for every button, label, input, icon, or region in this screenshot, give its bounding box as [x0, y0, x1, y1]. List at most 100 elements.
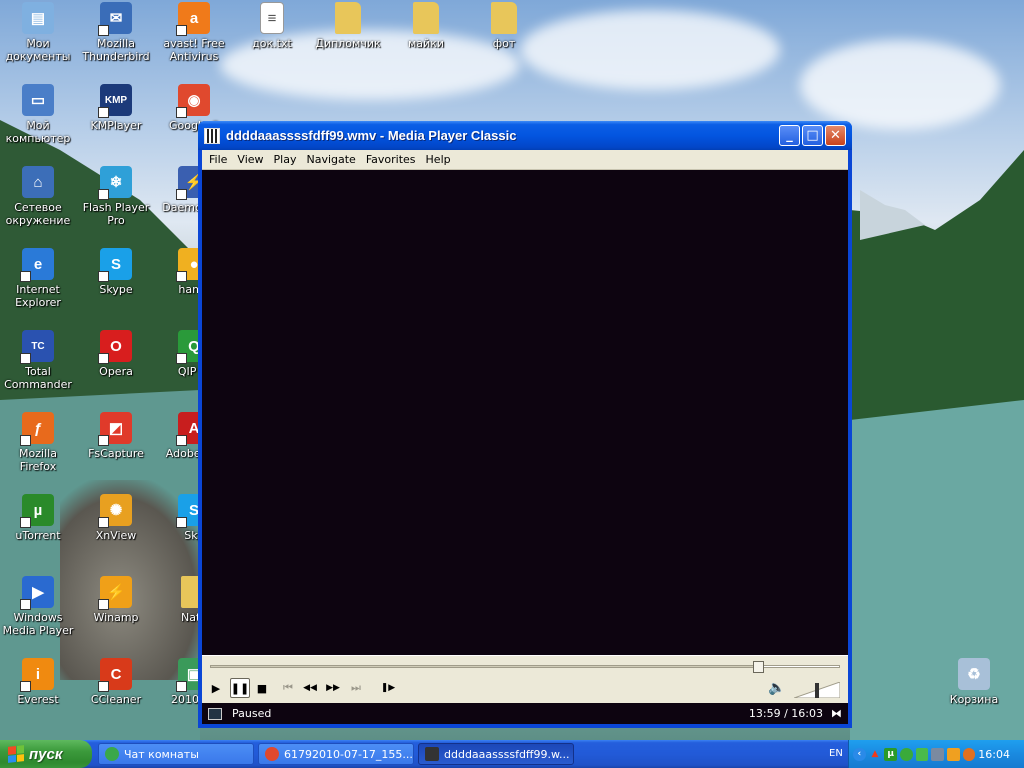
desktop-icon-label: Мои документы — [5, 37, 71, 63]
status-bar: Paused 13:59 / 16:03 ⧓ — [202, 703, 848, 724]
seek-bar[interactable] — [210, 661, 840, 673]
menu-favorites[interactable]: Favorites — [361, 153, 421, 166]
desktop-icon-label: Сетевое окружение — [5, 201, 71, 227]
playback-status: Paused — [232, 707, 272, 720]
desktop-icon[interactable]: ◩ FsCapture — [78, 412, 154, 460]
clock[interactable]: 16:04 — [978, 748, 1010, 761]
opera-icon: O — [98, 330, 132, 364]
desktop-icon-label: док.txt — [252, 37, 292, 50]
tray-app-icon[interactable] — [962, 747, 976, 761]
task-chat-rooms[interactable]: Чат комнаты — [98, 743, 254, 765]
chrome-icon — [265, 747, 279, 761]
menu-help[interactable]: Help — [421, 153, 456, 166]
firefox-icon: ƒ — [20, 412, 54, 446]
kmplayer-icon: KMP — [98, 84, 132, 118]
folder-icon — [335, 2, 361, 34]
desktop-icon[interactable]: µ uTorrent — [0, 494, 76, 542]
my-documents-icon: ▤ — [22, 2, 54, 34]
desktop-icon-label: avast! Free Antivirus — [163, 37, 225, 63]
desktop-icon[interactable]: ✺ XnView — [78, 494, 154, 542]
desktop-icon[interactable]: a avast! Free Antivirus — [156, 2, 232, 63]
windows-media-player-icon: ▶ — [20, 576, 54, 610]
rewind-button[interactable]: ◀◀ — [300, 678, 320, 698]
desktop-icon[interactable]: ▭ Мой компьютер — [0, 84, 76, 145]
desktop-icon[interactable]: TC Total Commander — [0, 330, 76, 391]
desktop-icon-label: CCleaner — [90, 693, 142, 706]
menu-play[interactable]: Play — [269, 153, 302, 166]
desktop-icon[interactable]: S Skype — [78, 248, 154, 296]
window-titlebar[interactable]: ddddaaassssfdff99.wmv - Media Player Cla… — [198, 121, 852, 150]
window-title: ddddaaassssfdff99.wmv - Media Player Cla… — [226, 128, 517, 143]
seek-thumb[interactable] — [752, 661, 764, 673]
stop-button[interactable]: ■ — [252, 678, 272, 698]
desktop-icon[interactable]: ▶ Windows Media Player — [0, 576, 76, 637]
time-display: 13:59 / 16:03 — [748, 707, 823, 720]
desktop-icon[interactable]: ❄ Flash Player Pro — [78, 166, 154, 227]
play-button[interactable]: ▶ — [206, 678, 226, 698]
desktop-icon-label: Windows Media Player — [2, 611, 74, 637]
desktop-icon[interactable]: e Internet Explorer — [0, 248, 76, 309]
winamp-icon: ⚡ — [98, 576, 132, 610]
desktop-icon[interactable]: ⌂ Сетевое окружение — [0, 166, 76, 227]
pause-button[interactable]: ❚❚ — [230, 678, 250, 698]
controls-panel: ▶ ❚❚ ■ ⏮ ◀◀ ▶▶ ⏭ ❚▶ 🔈 — [202, 655, 848, 703]
language-indicator[interactable]: EN — [829, 748, 843, 759]
desktop-icon[interactable]: Дипломчик — [310, 2, 386, 50]
tray-flag-icon[interactable]: ▲ — [869, 748, 882, 761]
task-label: Чат комнаты — [124, 747, 199, 761]
text-file-icon: ≡ — [260, 2, 284, 34]
speaker-icon[interactable]: 🔈 — [768, 680, 785, 696]
menu-file[interactable]: File — [204, 153, 232, 166]
desktop-icon[interactable]: C CCleaner — [78, 658, 154, 706]
media-player-classic-icon — [204, 127, 220, 144]
tray-hamachi-icon[interactable] — [915, 747, 929, 761]
desktop-icon[interactable]: ♻ Корзина — [936, 658, 1012, 706]
desktop-icon[interactable]: ƒ Mozilla Firefox — [0, 412, 76, 473]
thunderbird-icon: ✉ — [98, 2, 132, 36]
network-icon: ⌂ — [22, 166, 54, 198]
previous-button[interactable]: ⏮ — [278, 678, 298, 698]
desktop-icon[interactable]: ⚡ Winamp — [78, 576, 154, 624]
menu-navigate[interactable]: Navigate — [301, 153, 360, 166]
video-area[interactable] — [202, 170, 848, 655]
desktop-icon-label: Opera — [99, 365, 133, 378]
media-player-window: ddddaaassssfdff99.wmv - Media Player Cla… — [198, 121, 852, 728]
forward-button[interactable]: ▶▶ — [323, 678, 343, 698]
desktop-icon[interactable]: фот — [466, 2, 542, 50]
tray-network-icon[interactable] — [931, 747, 944, 761]
minimize-button[interactable]: _ — [779, 125, 800, 146]
desktop-icon-label: Total Commander — [4, 365, 72, 391]
avast-icon: a — [176, 2, 210, 36]
frame-step-button[interactable]: ❚▶ — [378, 678, 398, 698]
tray-utorrent-icon[interactable]: µ — [884, 747, 897, 761]
desktop-icon-label: Mozilla Thunderbird — [82, 37, 150, 63]
tray-qip-icon[interactable] — [899, 747, 913, 761]
menu-bar: File View Play Navigate Favorites Help — [202, 150, 848, 170]
system-tray: ‹ ▲ µ 16:04 — [848, 740, 1024, 768]
tray-arrow-icon[interactable]: ‹ — [853, 747, 866, 761]
volume-thumb[interactable] — [815, 683, 819, 698]
flash-player-pro-icon: ❄ — [98, 166, 132, 200]
task-label: 61792010-07-17_155... — [284, 747, 413, 761]
maximize-button[interactable]: □ — [802, 125, 823, 146]
desktop-icon[interactable]: ▤ Мои документы — [0, 2, 76, 63]
task-chrome[interactable]: 61792010-07-17_155... — [258, 743, 414, 765]
close-button[interactable]: ✕ — [825, 125, 846, 146]
start-button[interactable]: пуск — [0, 740, 92, 768]
tray-avast-icon[interactable] — [946, 747, 960, 761]
desktop-icon[interactable]: i Everest — [0, 658, 76, 706]
desktop-icon[interactable]: KMP KMPlayer — [78, 84, 154, 132]
desktop-icon[interactable]: ≡ док.txt — [234, 2, 310, 50]
volume-slider[interactable] — [794, 682, 840, 698]
total-commander-icon: TC — [20, 330, 54, 364]
menu-view[interactable]: View — [232, 153, 268, 166]
desktop-icon-label: KMPlayer — [90, 119, 142, 132]
desktop-icon[interactable]: ✉ Mozilla Thunderbird — [78, 2, 154, 63]
task-media-player[interactable]: ddddaaassssfdff99.w... — [418, 743, 574, 765]
folder-icon — [491, 2, 517, 34]
desktop-icon-label: майки — [408, 37, 444, 50]
desktop-icon[interactable]: майки — [388, 2, 464, 50]
next-button[interactable]: ⏭ — [346, 678, 366, 698]
status-icon — [208, 707, 222, 720]
desktop-icon[interactable]: O Opera — [78, 330, 154, 378]
